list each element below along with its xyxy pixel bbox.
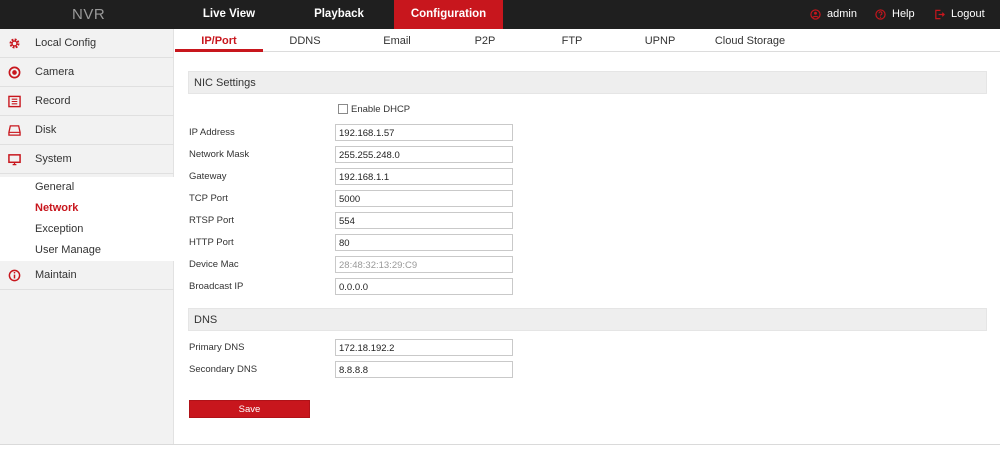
active-tab-indicator xyxy=(175,49,263,52)
http-port-input[interactable] xyxy=(335,234,513,251)
subtab-ddns[interactable]: DDNS xyxy=(275,35,335,47)
tcp-port-input[interactable] xyxy=(335,190,513,207)
help-label: Help xyxy=(892,8,915,20)
help-icon xyxy=(875,8,886,20)
tab-playback[interactable]: Playback xyxy=(294,0,384,29)
brand-logo: NVR xyxy=(72,6,106,23)
rtsp-port-label: RTSP Port xyxy=(189,215,235,226)
sidebar-item-label: Maintain xyxy=(35,269,77,281)
ip-address-label: IP Address xyxy=(189,127,235,138)
submenu-item-general[interactable]: General xyxy=(35,181,74,193)
primary-dns-input[interactable] xyxy=(335,339,513,356)
bottom-divider xyxy=(0,444,1000,445)
info-icon xyxy=(8,269,21,282)
sidebar-item-local-config[interactable]: Local Config xyxy=(0,29,174,58)
system-submenu: General Network Exception User Manage xyxy=(0,177,174,261)
device-mac-input xyxy=(335,256,513,273)
secondary-dns-input[interactable] xyxy=(335,361,513,378)
monitor-icon xyxy=(8,154,21,166)
network-mask-label: Network Mask xyxy=(189,149,250,160)
logout-link[interactable]: Logout xyxy=(934,0,985,29)
broadcast-ip-label: Broadcast IP xyxy=(189,281,244,292)
rtsp-port-input[interactable] xyxy=(335,212,513,229)
http-port-label: HTTP Port xyxy=(189,237,234,248)
dns-header: DNS xyxy=(188,308,987,331)
device-mac-label: Device Mac xyxy=(189,259,239,270)
subtab-cloud-storage[interactable]: Cloud Storage xyxy=(710,35,790,47)
enable-dhcp-checkbox[interactable] xyxy=(338,104,348,114)
network-mask-input[interactable] xyxy=(335,146,513,163)
sidebar-item-camera[interactable]: Camera xyxy=(0,58,174,87)
sidebar-item-label: Local Config xyxy=(35,37,97,49)
save-button[interactable]: Save xyxy=(189,400,310,418)
secondary-dns-label: Secondary DNS xyxy=(189,364,258,375)
username-label: admin xyxy=(827,8,857,20)
submenu-item-user-manage[interactable]: User Manage xyxy=(35,244,101,256)
user-menu[interactable]: admin xyxy=(810,0,857,29)
sidebar-item-label: Record xyxy=(35,95,71,107)
tcp-port-label: TCP Port xyxy=(189,193,228,204)
sidebar-item-label: Camera xyxy=(35,66,75,78)
broadcast-ip-input[interactable] xyxy=(335,278,513,295)
logout-icon xyxy=(935,9,945,19)
sidebar-item-label: Disk xyxy=(35,124,57,136)
camera-icon xyxy=(8,66,21,79)
sidebar-item-maintain[interactable]: Maintain xyxy=(0,261,174,290)
subtab-ip-port[interactable]: IP/Port xyxy=(175,35,263,47)
subtab-email[interactable]: Email xyxy=(367,35,427,47)
help-link[interactable]: Help xyxy=(875,0,915,29)
tab-configuration[interactable]: Configuration xyxy=(394,0,503,29)
sidebar-item-label: System xyxy=(35,153,72,165)
user-icon xyxy=(810,8,821,20)
submenu-item-network[interactable]: Network xyxy=(35,202,78,214)
tab-live-view[interactable]: Live View xyxy=(184,0,274,29)
sidebar-item-record[interactable]: Record xyxy=(0,87,174,116)
sidebar-item-disk[interactable]: Disk xyxy=(0,116,174,145)
nic-settings-header: NIC Settings xyxy=(188,71,987,94)
gateway-input[interactable] xyxy=(335,168,513,185)
config-subtabs: IP/Port DDNS Email P2P FTP UPNP Cloud St… xyxy=(175,29,1000,52)
primary-dns-label: Primary DNS xyxy=(189,342,245,353)
top-bar: NVR Live View Playback Configuration adm… xyxy=(0,0,1000,29)
enable-dhcp-label: Enable DHCP xyxy=(351,104,411,115)
gear-icon xyxy=(9,38,20,49)
ip-address-input[interactable] xyxy=(335,124,513,141)
subtab-ftp[interactable]: FTP xyxy=(542,35,602,47)
record-icon xyxy=(8,95,21,108)
disk-icon xyxy=(8,125,21,136)
subtab-upnp[interactable]: UPNP xyxy=(630,35,690,47)
sidebar-item-system[interactable]: System xyxy=(0,145,174,174)
gateway-label: Gateway xyxy=(189,171,227,182)
subtab-p2p[interactable]: P2P xyxy=(455,35,515,47)
logout-label: Logout xyxy=(951,8,985,20)
sidebar: Local Config Camera Record Disk System G… xyxy=(0,29,174,444)
submenu-item-exception[interactable]: Exception xyxy=(35,223,83,235)
